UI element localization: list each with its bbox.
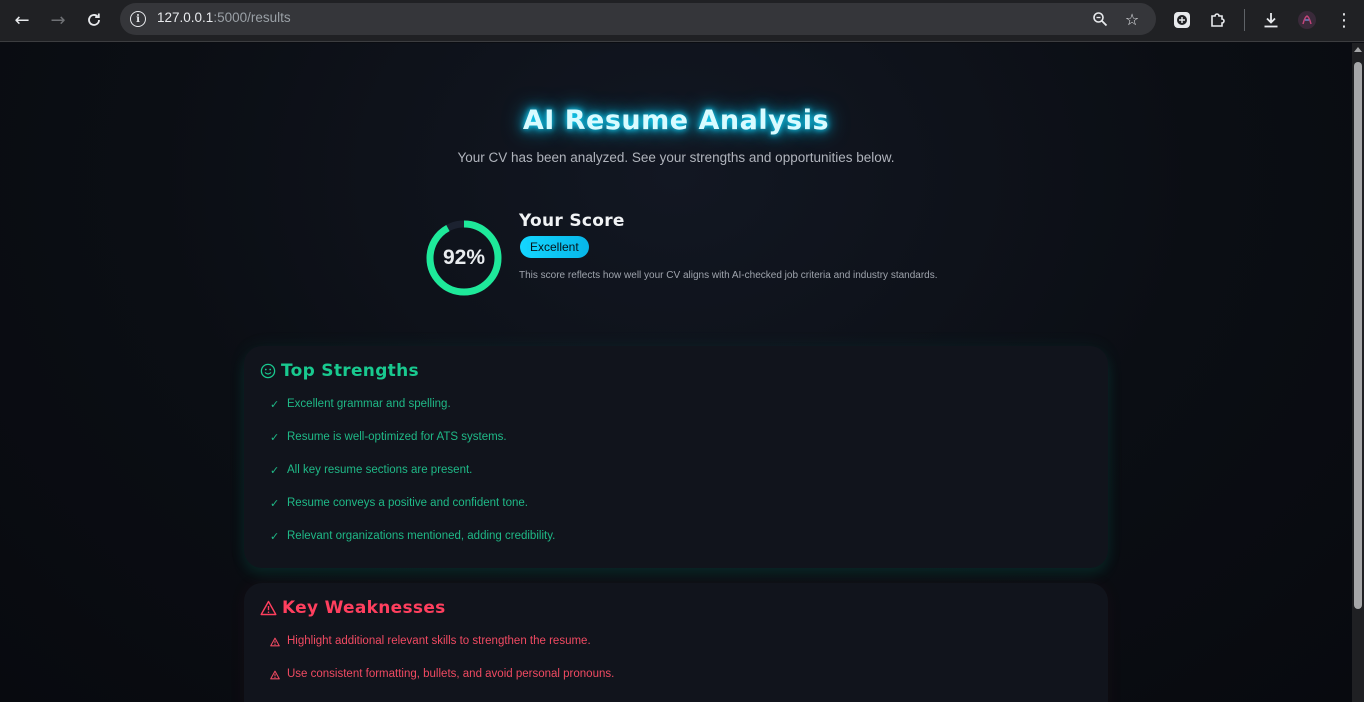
toolbar-separator <box>1244 9 1245 31</box>
list-item-text: Relevant organizations mentioned, adding… <box>287 530 556 542</box>
list-item: ✓ Resume conveys a positive and confident… <box>270 497 555 530</box>
download-icon[interactable] <box>1257 6 1285 34</box>
site-info-icon[interactable]: i <box>130 11 146 27</box>
list-item: ✓ All key resume sections are present. <box>270 464 555 497</box>
strengths-title: Top Strengths <box>260 361 419 381</box>
warning-icon <box>270 668 287 680</box>
score-percentage: 92% <box>442 246 486 269</box>
score-ring: 92% <box>424 218 504 298</box>
list-item: ✓ Relevant organizations mentioned, addin… <box>270 530 555 563</box>
reload-icon[interactable] <box>80 6 108 34</box>
check-icon: ✓ <box>270 432 280 444</box>
score-title: Your Score <box>519 211 625 231</box>
warning-icon <box>270 635 287 647</box>
back-icon[interactable]: ← <box>8 6 36 34</box>
list-item-text: Excellent grammar and spelling. <box>287 398 451 410</box>
url-text: 127.0.0.1:5000/results <box>157 10 291 25</box>
bookmark-star-icon[interactable]: ☆ <box>1120 7 1144 31</box>
weaknesses-title: Key Weaknesses <box>260 598 446 618</box>
weaknesses-card: Key Weaknesses Highlight additional rele… <box>244 583 1108 702</box>
address-bar[interactable]: i 127.0.0.1:5000/results ☆ <box>120 3 1156 35</box>
score-badge: Excellent <box>520 236 589 258</box>
zoom-icon[interactable] <box>1088 7 1112 31</box>
warning-icon <box>260 600 277 616</box>
list-item-text: Resume is well-optimized for ATS systems… <box>287 431 507 443</box>
smiley-icon <box>260 363 276 379</box>
puzzle-extensions-icon[interactable] <box>1204 6 1232 34</box>
strengths-card: Top Strengths ✓ Excellent grammar and spe… <box>244 346 1108 568</box>
list-item: Use consistent formatting, bullets, and … <box>270 668 614 701</box>
weaknesses-list: Highlight additional relevant skills to … <box>270 635 614 701</box>
check-icon: ✓ <box>270 399 280 411</box>
list-item-text: All key resume sections are present. <box>287 464 473 476</box>
extension-icon[interactable] <box>1168 6 1196 34</box>
list-item-text: Use consistent formatting, bullets, and … <box>287 668 615 680</box>
scroll-up-arrow[interactable] <box>1354 47 1362 52</box>
list-item: ✓ Excellent grammar and spelling. <box>270 398 555 431</box>
list-item: Highlight additional relevant skills to … <box>270 635 614 668</box>
results-page: AI Resume Analysis Your CV has been anal… <box>0 43 1352 702</box>
check-icon: ✓ <box>270 465 280 477</box>
menu-icon[interactable]: ⋮ <box>1330 6 1358 34</box>
profile-icon[interactable] <box>1293 6 1321 34</box>
weaknesses-title-text: Key Weaknesses <box>282 598 446 618</box>
list-item-text: Resume conveys a positive and confident … <box>287 497 529 509</box>
scrollbar-thumb[interactable] <box>1354 62 1362 609</box>
strengths-list: ✓ Excellent grammar and spelling. ✓ Resume … <box>270 398 555 563</box>
score-description: This score reflects how well your CV ali… <box>519 270 938 281</box>
list-item: ✓ Resume is well-optimized for ATS system… <box>270 431 555 464</box>
scrollbar[interactable] <box>1352 43 1364 702</box>
page-subtitle: Your CV has been analyzed. See your stre… <box>457 150 895 165</box>
page-title: AI Resume Analysis <box>522 105 830 136</box>
check-icon: ✓ <box>270 498 280 510</box>
forward-icon[interactable]: → <box>44 6 72 34</box>
list-item-text: Highlight additional relevant skills to … <box>287 635 591 647</box>
browser-toolbar: ← → i 127.0.0.1:5000/results ☆ ⋮ <box>0 0 1364 42</box>
check-icon: ✓ <box>270 531 280 543</box>
strengths-title-text: Top Strengths <box>281 361 419 381</box>
